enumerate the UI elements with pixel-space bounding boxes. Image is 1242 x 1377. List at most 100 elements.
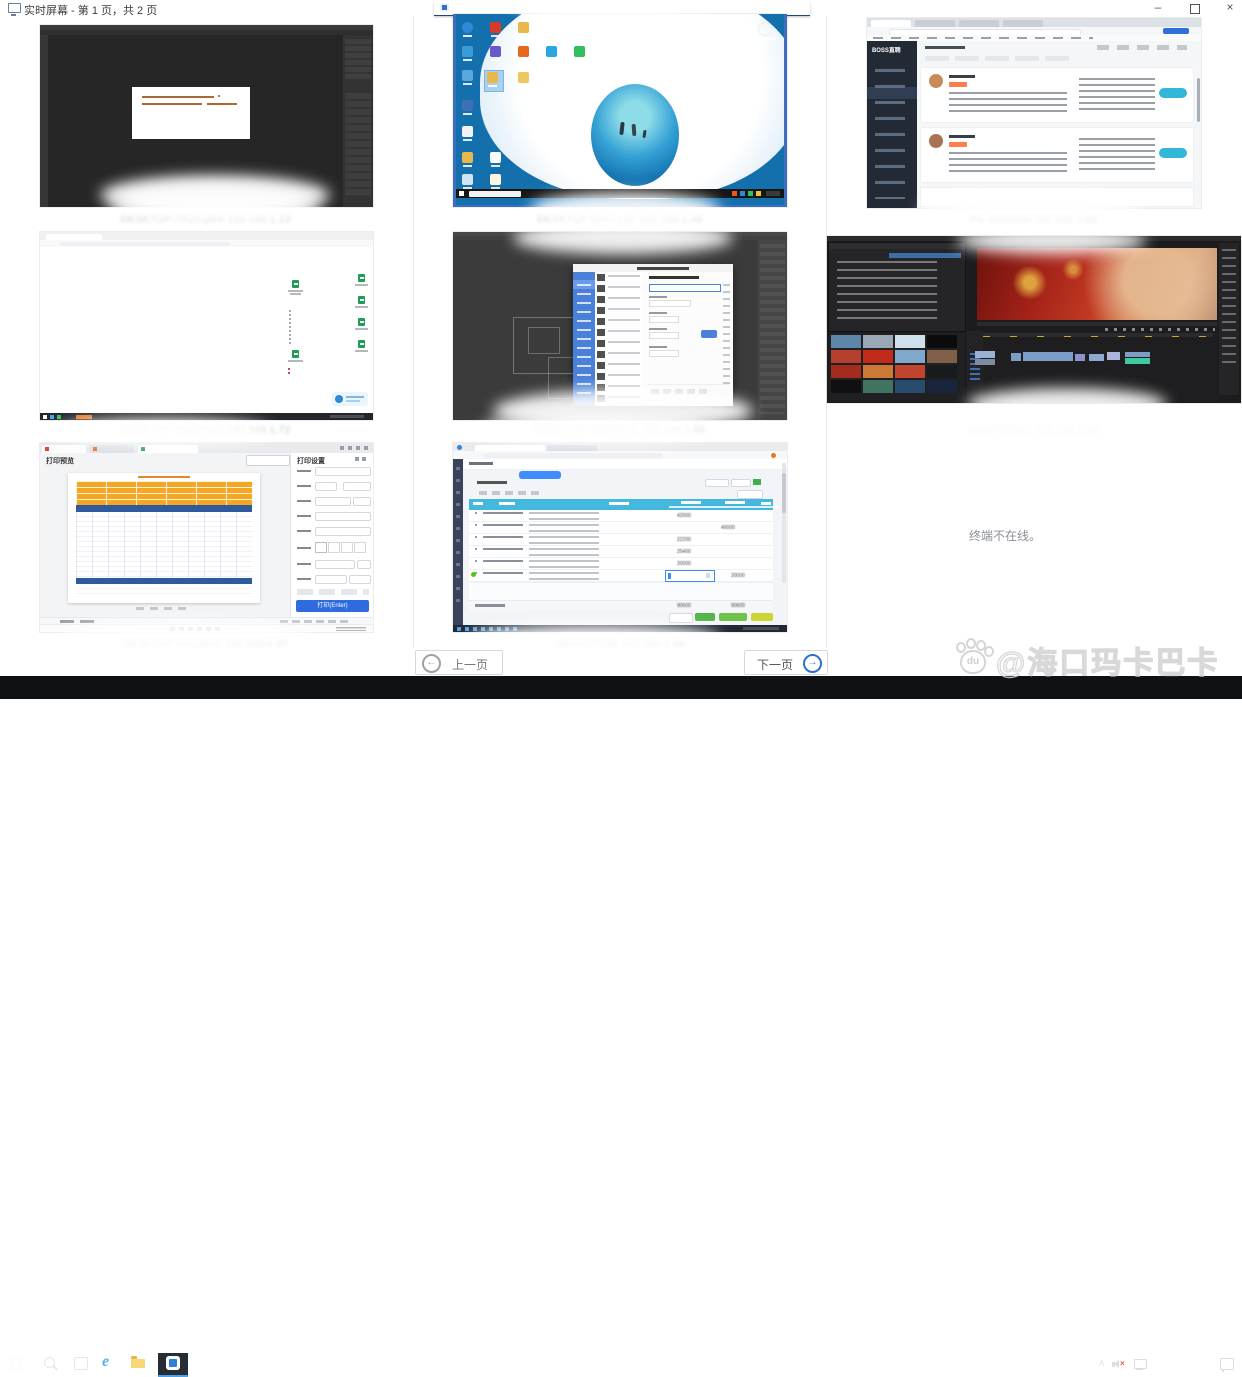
order-select[interactable]	[349, 575, 371, 584]
prev-page-button[interactable]: ← 上一页	[415, 650, 503, 675]
erp-save-button[interactable]	[695, 613, 715, 621]
zoom-slider[interactable]	[280, 620, 350, 623]
start-button[interactable]	[9, 1357, 23, 1371]
orientation-select[interactable]	[353, 497, 371, 506]
form-input[interactable]	[649, 332, 679, 339]
timeline-clip[interactable]	[1011, 353, 1021, 361]
desktop-icon[interactable]	[462, 174, 473, 185]
scrollbar-thumb[interactable]	[782, 473, 786, 513]
duplex-select[interactable]	[315, 575, 347, 584]
desktop-icon[interactable]	[490, 174, 501, 185]
candidate-card[interactable]	[921, 128, 1193, 182]
task-view-icon[interactable]	[74, 1357, 88, 1371]
clip-thumb[interactable]	[863, 365, 893, 378]
desktop-icon[interactable]	[462, 22, 473, 33]
candidate-card[interactable]	[921, 68, 1193, 122]
greet-button[interactable]	[1159, 148, 1187, 158]
desktop-icon[interactable]	[490, 46, 501, 57]
search-icon[interactable]	[44, 1357, 58, 1371]
desktop-icon[interactable]	[518, 72, 529, 83]
maximize-button[interactable]	[1190, 4, 1200, 14]
thumbnail-white-page[interactable]	[40, 232, 373, 420]
clip-thumb[interactable]	[831, 380, 861, 393]
desktop-icon[interactable]	[487, 72, 498, 83]
desktop-icon[interactable]	[518, 46, 529, 57]
desktop-icon[interactable]	[546, 46, 557, 57]
desktop-icon[interactable]	[462, 126, 473, 137]
tray-clock[interactable]: 10:49 2024/12/19	[1140, 1355, 1210, 1375]
zoom-select[interactable]	[357, 560, 371, 569]
layout-option[interactable]	[341, 542, 353, 553]
clip-thumb[interactable]	[863, 335, 893, 348]
timeline-clip[interactable]	[975, 351, 995, 358]
excel-file-icon[interactable]	[358, 318, 365, 326]
tray-chevron-icon[interactable]: ∧	[1098, 1358, 1105, 1369]
preview-toolbar-button[interactable]	[246, 455, 290, 466]
desktop-icon[interactable]	[490, 152, 501, 163]
timeline-clip[interactable]	[975, 359, 995, 365]
clip-thumb[interactable]	[863, 380, 893, 393]
clip-thumb[interactable]	[831, 350, 861, 363]
thumbnail-desktop[interactable]	[453, 14, 787, 207]
layout-option[interactable]	[328, 542, 340, 553]
max-dialog[interactable]	[573, 264, 733, 406]
clip-thumb[interactable]	[895, 380, 925, 393]
excel-file-icon[interactable]	[292, 350, 299, 358]
remote-minimize-button[interactable]: –	[752, 1, 765, 13]
print-button[interactable]: 打印(Enter)	[296, 600, 369, 612]
thumbnail-wps-print[interactable]: 打印预览 打印设置 打印(Ent	[40, 443, 373, 632]
active-app-highlight[interactable]	[158, 1353, 188, 1377]
volume-muted-icon[interactable]: ×	[1112, 1359, 1126, 1369]
close-button[interactable]: ×	[1224, 1, 1236, 14]
erp-header-control[interactable]	[731, 479, 751, 487]
erp-print-button[interactable]	[737, 490, 763, 499]
clip-thumb[interactable]	[863, 350, 893, 363]
desktop-icon[interactable]	[462, 46, 473, 57]
erp-cancel-button[interactable]	[669, 613, 693, 623]
internet-explorer-icon[interactable]: e	[102, 1353, 120, 1373]
minimize-button[interactable]: –	[1152, 1, 1164, 14]
timeline-clip[interactable]	[1125, 352, 1150, 357]
clip-thumb[interactable]	[927, 365, 957, 378]
layout-option[interactable]	[315, 542, 327, 553]
clip-thumb[interactable]	[927, 350, 957, 363]
range-select[interactable]	[343, 482, 371, 491]
thumbnail-erp[interactable]: 42000 40000 22200 25400 20000 20000 9060…	[453, 443, 787, 632]
form-input[interactable]	[649, 350, 679, 357]
thumbnail-photoshop[interactable]	[40, 25, 373, 207]
clip-thumb[interactable]	[895, 335, 925, 348]
layout-option[interactable]	[354, 542, 366, 553]
clip-thumb[interactable]	[927, 380, 957, 393]
excel-file-icon[interactable]	[358, 340, 365, 348]
erp-new-button[interactable]	[519, 471, 561, 479]
clip-thumb[interactable]	[831, 365, 861, 378]
timeline-clip[interactable]	[1107, 352, 1120, 360]
form-input[interactable]	[649, 316, 679, 323]
form-input[interactable]	[649, 300, 691, 307]
desktop-icon[interactable]	[574, 46, 585, 57]
mode-select[interactable]	[315, 512, 371, 521]
remote-restore-button[interactable]	[770, 4, 779, 12]
scrollbar[interactable]	[1197, 78, 1200, 122]
greet-button[interactable]	[1159, 88, 1187, 98]
timeline-audio-clip[interactable]	[1125, 358, 1150, 364]
desktop-icon[interactable]	[518, 22, 529, 33]
thumbnail-3dsmax[interactable]	[453, 232, 787, 420]
thumbnail-premiere[interactable]	[827, 236, 1241, 403]
clip-thumb[interactable]	[895, 365, 925, 378]
timeline-clip[interactable]	[1023, 352, 1073, 361]
clip-thumb[interactable]	[895, 350, 925, 363]
timeline-clip[interactable]	[1075, 354, 1085, 361]
desktop-icon[interactable]	[462, 100, 473, 111]
quality-select[interactable]	[315, 560, 355, 569]
clip-thumb[interactable]	[831, 335, 861, 348]
erp-save-new-button[interactable]	[719, 613, 747, 621]
pages-input[interactable]	[315, 527, 371, 536]
erp-header-control[interactable]	[705, 479, 729, 487]
clip-thumb[interactable]	[927, 335, 957, 348]
paper-select[interactable]	[315, 497, 351, 506]
excel-file-icon[interactable]	[292, 280, 299, 288]
gear-icon[interactable]	[758, 22, 772, 36]
dialog-blue-button[interactable]	[701, 330, 717, 338]
excel-file-icon[interactable]	[358, 296, 365, 304]
